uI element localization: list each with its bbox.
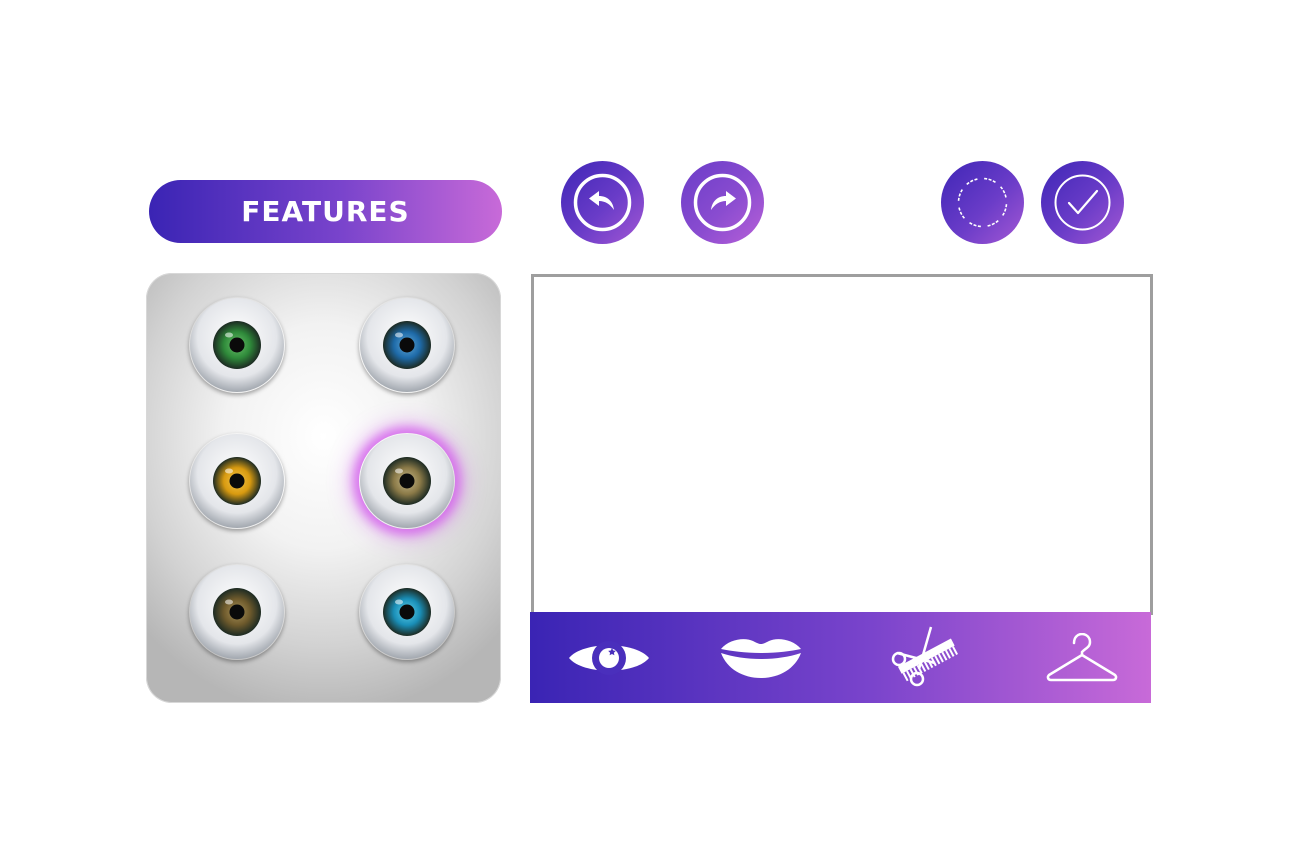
- eyeball-icon: [190, 434, 284, 528]
- eye-option-hazel[interactable]: [359, 433, 455, 529]
- eyeball-icon: [190, 565, 284, 659]
- undo-arrow-icon: [573, 173, 632, 232]
- color-palette-button[interactable]: [941, 161, 1024, 244]
- category-bar: [530, 612, 1151, 703]
- scissors-comb-icon: [891, 626, 959, 686]
- category-clothes[interactable]: [1044, 612, 1120, 703]
- eye-option-green[interactable]: [189, 297, 285, 393]
- undo-button[interactable]: [561, 161, 644, 244]
- redo-button[interactable]: [681, 161, 764, 244]
- eyeball-icon: [360, 434, 454, 528]
- palette-segment: [957, 187, 964, 201]
- palette-segment: [986, 219, 999, 227]
- palette-segment: [1001, 204, 1008, 218]
- category-lips[interactable]: [718, 612, 804, 703]
- palette-segment: [999, 186, 1007, 199]
- features-title: FEATURES: [149, 180, 502, 243]
- color-palette-icon: [957, 177, 1008, 228]
- eyeball-icon: [190, 298, 284, 392]
- eye-option-amber[interactable]: [189, 433, 285, 529]
- palette-segment: [958, 206, 966, 219]
- palette-segment: [984, 177, 998, 184]
- palette-segment: [967, 221, 981, 228]
- hanger-icon: [1046, 632, 1118, 681]
- eye-option-brown[interactable]: [189, 564, 285, 660]
- eyeball-icon: [360, 298, 454, 392]
- category-eyes[interactable]: [566, 612, 652, 703]
- palette-segment: [966, 178, 979, 186]
- eyeball-icon: [360, 565, 454, 659]
- redo-arrow-icon: [693, 173, 752, 232]
- eye-option-blue[interactable]: [359, 297, 455, 393]
- eye-option-aqua[interactable]: [359, 564, 455, 660]
- eye-icon: [569, 640, 649, 675]
- eye-color-panel: [146, 273, 501, 703]
- lips-icon: [721, 638, 801, 678]
- confirm-button[interactable]: [1041, 161, 1124, 244]
- checkmark-icon: [1054, 174, 1111, 231]
- preview-canvas: [531, 274, 1153, 615]
- category-hair[interactable]: [885, 612, 965, 703]
